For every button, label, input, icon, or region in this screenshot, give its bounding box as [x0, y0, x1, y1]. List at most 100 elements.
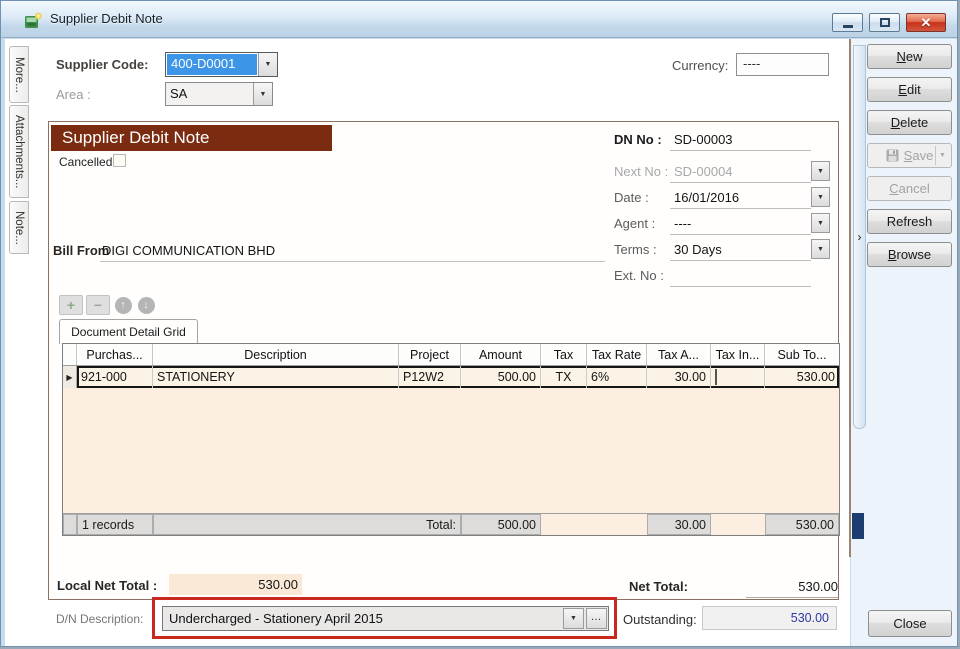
grid-header-tax[interactable]: Tax: [541, 344, 587, 365]
cancelled-checkbox[interactable]: [113, 154, 126, 167]
agent-dropdown-button[interactable]: ▼: [811, 213, 830, 233]
grid-data-row[interactable]: ▶ 921-000 STATIONERY P12W2 500.00 TX 6% …: [63, 366, 839, 388]
refresh-button-label: Refresh: [887, 214, 933, 229]
agent-value[interactable]: ----: [674, 216, 811, 231]
maximize-icon: [880, 18, 890, 27]
save-button[interactable]: Save ▼: [867, 143, 952, 168]
new-button[interactable]: New: [867, 44, 952, 69]
dn-description-ellipsis-button[interactable]: …: [586, 608, 607, 629]
area-label: Area :: [56, 87, 91, 102]
browse-button[interactable]: Browse: [867, 242, 952, 267]
chevron-down-icon: ▼: [817, 168, 824, 175]
terms-dropdown-button[interactable]: ▼: [811, 239, 830, 259]
grid-header-indicator: [63, 344, 77, 365]
net-total-label: Net Total:: [629, 579, 688, 594]
sidebar-tab-note[interactable]: Note...: [9, 201, 29, 254]
grid-header-tax-inclusive[interactable]: Tax In...: [711, 344, 765, 365]
close-icon: ✕: [921, 15, 932, 31]
cell-tax[interactable]: TX: [541, 366, 587, 388]
next-no-value[interactable]: SD-00004: [674, 164, 811, 179]
grid-header-amount[interactable]: Amount: [461, 344, 541, 365]
grid-toolbar: + − ↑ ↓: [59, 295, 156, 315]
local-net-total-value: 530.00: [169, 574, 302, 595]
row-indicator: ▶: [63, 366, 77, 388]
move-up-button[interactable]: ↑: [113, 295, 133, 315]
sidebar-tab-more[interactable]: More...: [9, 46, 29, 103]
area-combobox[interactable]: SA ▼: [165, 82, 273, 106]
supplier-debit-note-window: Supplier Debit Note ✕ › More... Attachme…: [0, 0, 958, 647]
close-button[interactable]: Close: [868, 610, 952, 637]
bill-from-value[interactable]: DIGI COMMUNICATION BHD: [102, 243, 275, 258]
title-bar[interactable]: Supplier Debit Note ✕: [1, 1, 958, 38]
remove-row-button[interactable]: −: [86, 295, 110, 315]
chevron-down-icon: ▼: [817, 194, 824, 201]
dn-no-value: SD-00003: [674, 132, 811, 147]
scroll-thumb[interactable]: [852, 513, 864, 539]
chevron-down-icon: ▼: [260, 91, 267, 98]
area-dropdown-button[interactable]: ▼: [253, 83, 272, 105]
next-no-dropdown-button[interactable]: ▼: [811, 161, 830, 181]
collapse-splitter[interactable]: ›: [853, 45, 866, 429]
grid-header-description[interactable]: Description: [153, 344, 399, 365]
save-dropdown-button[interactable]: ▼: [935, 146, 949, 165]
dn-description-combobox[interactable]: Undercharged - Stationery April 2015 ▼ …: [162, 606, 609, 631]
tax-inclusive-checkbox[interactable]: [715, 369, 717, 385]
minimize-button[interactable]: [832, 13, 863, 32]
delete-button[interactable]: Delete: [867, 110, 952, 135]
next-no-label: Next No :: [614, 164, 668, 179]
cell-purchase[interactable]: 921-000: [77, 366, 153, 388]
tax-amount-total: 30.00: [647, 514, 711, 535]
grid-header-tax-amount[interactable]: Tax A...: [647, 344, 711, 365]
tab-attachments-label: Attachments...: [13, 115, 25, 189]
cell-sub-total[interactable]: 530.00: [765, 366, 839, 388]
minimize-icon: [843, 25, 853, 28]
date-label: Date :: [614, 190, 649, 205]
tab-more-label: More...: [13, 57, 25, 93]
sidebar-tab-attachments[interactable]: Attachments...: [9, 105, 29, 198]
grid-header-purchase[interactable]: Purchas...: [77, 344, 153, 365]
arrow-right-icon: ▶: [66, 373, 72, 382]
grid-header-sub-total[interactable]: Sub To...: [765, 344, 839, 365]
move-down-button[interactable]: ↓: [136, 295, 156, 315]
grid-header-project[interactable]: Project: [399, 344, 461, 365]
refresh-button[interactable]: Refresh: [867, 209, 952, 234]
cell-description[interactable]: STATIONERY: [153, 366, 399, 388]
ext-no-label: Ext. No :: [614, 268, 664, 283]
area-value[interactable]: SA: [166, 83, 253, 105]
app-icon: [24, 11, 43, 30]
supplier-code-dropdown-button[interactable]: ▼: [258, 53, 277, 76]
supplier-code-value[interactable]: 400-D0001: [167, 54, 257, 75]
supplier-code-combobox[interactable]: 400-D0001 ▼: [165, 52, 278, 77]
new-button-label: New: [896, 49, 922, 64]
dn-description-value[interactable]: Undercharged - Stationery April 2015: [163, 607, 562, 630]
edit-button[interactable]: Edit: [867, 77, 952, 102]
maximize-button[interactable]: [869, 13, 900, 32]
date-value[interactable]: 16/01/2016: [674, 190, 811, 205]
chevron-right-icon: ›: [858, 231, 862, 243]
edit-button-label: Edit: [898, 82, 920, 97]
cell-tax-amount[interactable]: 30.00: [647, 366, 711, 388]
net-total-value: 530.00: [746, 579, 838, 594]
add-row-button[interactable]: +: [59, 295, 83, 315]
cancel-button[interactable]: Cancel: [867, 176, 952, 201]
amount-total: 500.00: [461, 514, 541, 535]
tab-document-detail-grid[interactable]: Document Detail Grid: [59, 319, 198, 344]
chevron-down-icon: ▼: [817, 220, 824, 227]
cancel-button-label: Cancel: [889, 181, 929, 196]
dn-description-dropdown-button[interactable]: ▼: [563, 608, 584, 629]
cell-tax-rate[interactable]: 6%: [587, 366, 647, 388]
terms-label: Terms :: [614, 242, 657, 257]
arrow-up-icon: ↑: [115, 297, 132, 314]
cell-amount[interactable]: 500.00: [461, 366, 541, 388]
currency-field[interactable]: ----: [736, 53, 829, 76]
cell-tax-inclusive: [711, 366, 765, 388]
close-window-button[interactable]: ✕: [906, 13, 946, 32]
terms-value[interactable]: 30 Days: [674, 242, 811, 257]
cell-project[interactable]: P12W2: [399, 366, 461, 388]
delete-button-label: Delete: [891, 115, 929, 130]
document-banner: Supplier Debit Note: [51, 125, 332, 151]
grid-header-tax-rate[interactable]: Tax Rate: [587, 344, 647, 365]
grid-empty-area: [63, 388, 839, 513]
ellipsis-icon: …: [591, 611, 603, 623]
date-dropdown-button[interactable]: ▼: [811, 187, 830, 207]
